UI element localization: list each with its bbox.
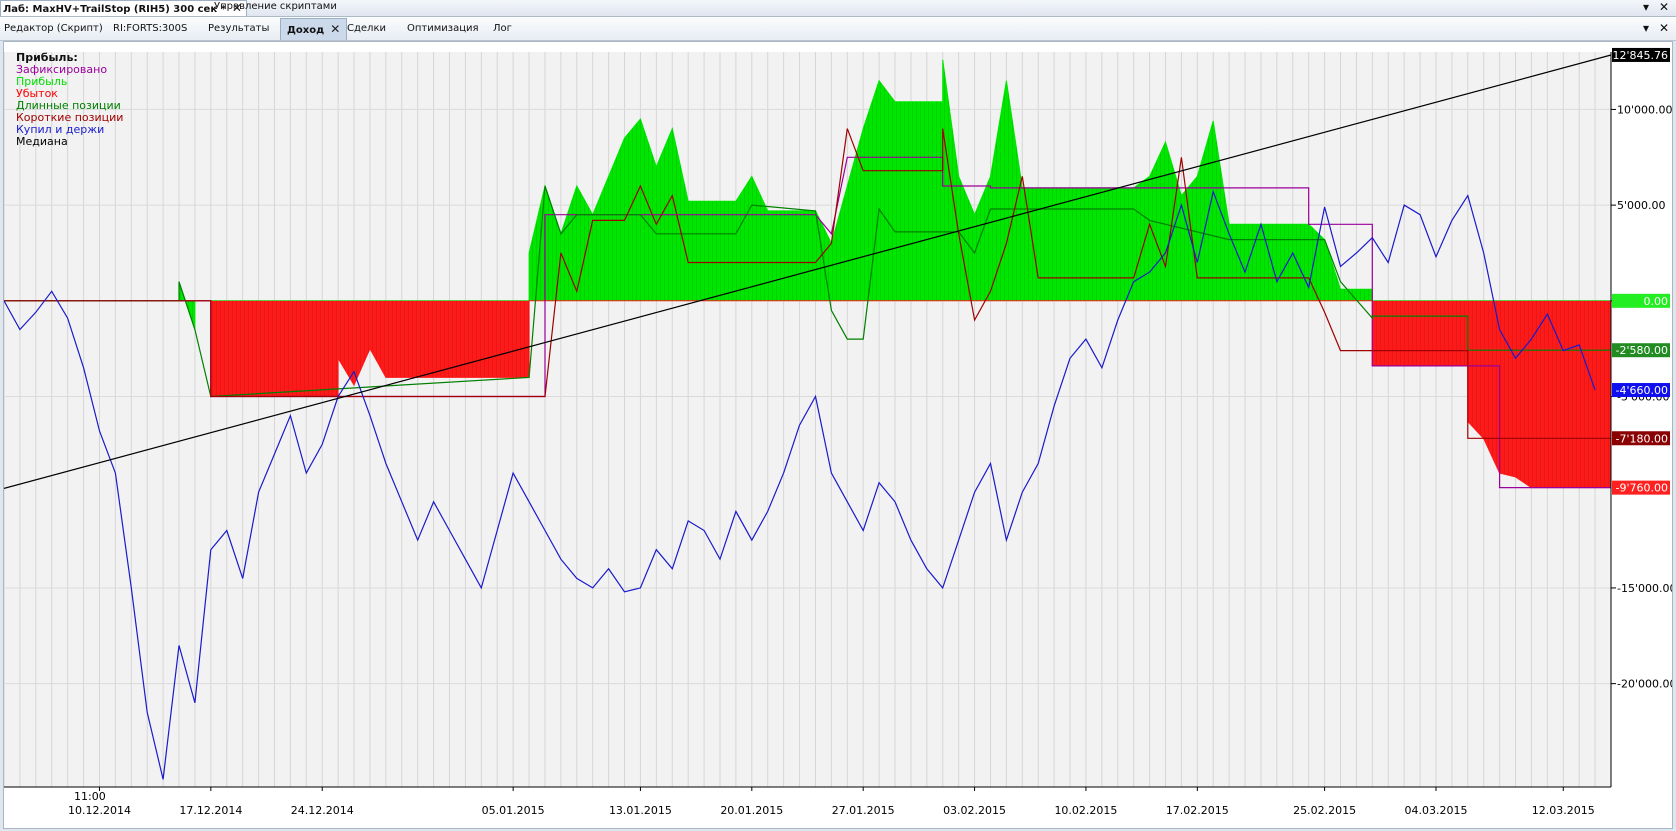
y-tick-label: 10'000.00 <box>1617 103 1672 116</box>
tab-editor[interactable]: Редактор (Скрипт) <box>4 17 103 40</box>
tab-income-label: Доход <box>287 25 325 36</box>
document-tab-active[interactable]: Лаб: MaxHV+TrailStop (RIH5) 300 сек * ✕ <box>0 0 247 16</box>
x-tick-label: 10.02.2015 <box>1054 804 1117 817</box>
y-tick-label: -20'000.00 <box>1617 678 1672 691</box>
tab-results[interactable]: Результаты <box>208 17 269 40</box>
x-tick-label: 04.03.2015 <box>1404 804 1467 817</box>
tab-log[interactable]: Лог <box>493 17 512 40</box>
x-tick-label: 10.12.2014 <box>68 804 131 817</box>
value-marker-label: 12'845.76 <box>1612 49 1668 62</box>
tab-income[interactable]: Доход ✕ <box>280 18 348 40</box>
panel-menu-icon[interactable]: ▾ <box>1643 21 1649 35</box>
x-tick-label: 13.01.2015 <box>609 804 672 817</box>
window-titlebar: Лаб: MaxHV+TrailStop (RIH5) 300 сек * ✕ У… <box>0 0 1676 17</box>
tab-optimization[interactable]: Оптимизация <box>407 17 479 40</box>
value-marker-label: 0.00 <box>1644 295 1669 308</box>
tab-deals[interactable]: Сделки <box>347 17 386 40</box>
panel-close-icon[interactable]: ✕ <box>1659 21 1669 35</box>
x-tick-label: 20.01.2015 <box>720 804 783 817</box>
x-time-label: 11:00 <box>74 790 106 803</box>
y-axis: 10'000.005'000.000.00-5'000.00-15'000.00… <box>1611 103 1672 691</box>
x-tick-label: 12.03.2015 <box>1532 804 1595 817</box>
x-tick-label: 25.02.2015 <box>1293 804 1356 817</box>
x-tick-label: 17.02.2015 <box>1166 804 1229 817</box>
y-tick-label: -15'000.00 <box>1617 582 1672 595</box>
value-marker-label: -9'760.00 <box>1616 482 1668 495</box>
x-tick-label: 17.12.2014 <box>179 804 242 817</box>
value-marker-label: -4'660.00 <box>1616 384 1668 397</box>
income-chart[interactable]: 10'000.005'000.000.00-5'000.00-15'000.00… <box>4 42 1672 828</box>
window-menu-icon[interactable]: ▾ <box>1643 0 1649 14</box>
legend: Прибыль: Зафиксировано Прибыль Убыток Дл… <box>16 52 123 148</box>
legend-item-median: Медиана <box>16 135 68 148</box>
income-chart-panel: 10'000.005'000.000.00-5'000.00-15'000.00… <box>3 41 1673 829</box>
x-tick-label: 27.01.2015 <box>832 804 895 817</box>
tab-instrument[interactable]: RI:FORTS:300S <box>113 17 187 40</box>
x-tick-label: 03.02.2015 <box>943 804 1006 817</box>
plot-area <box>4 52 1611 787</box>
close-tab-icon[interactable]: ✕ <box>330 19 340 40</box>
x-tick-label: 05.01.2015 <box>482 804 545 817</box>
value-marker-label: -7'180.00 <box>1616 432 1668 445</box>
window-close-icon[interactable]: ✕ <box>1659 0 1669 14</box>
view-tabbar: Редактор (Скрипт) RI:FORTS:300S Результа… <box>0 17 1676 41</box>
document-tab-title: Лаб: MaxHV+TrailStop (RIH5) 300 сек * <box>3 4 226 15</box>
value-marker-label: -2'580.00 <box>1616 344 1668 357</box>
x-tick-label: 24.12.2014 <box>291 804 354 817</box>
y-tick-label: 5'000.00 <box>1617 199 1666 212</box>
x-axis: 11:00 10.12.2014 17.12.2014 24.12.2014 05.0… <box>68 787 1595 817</box>
document-tab-script-manager[interactable]: Управление скриптами <box>214 0 337 16</box>
